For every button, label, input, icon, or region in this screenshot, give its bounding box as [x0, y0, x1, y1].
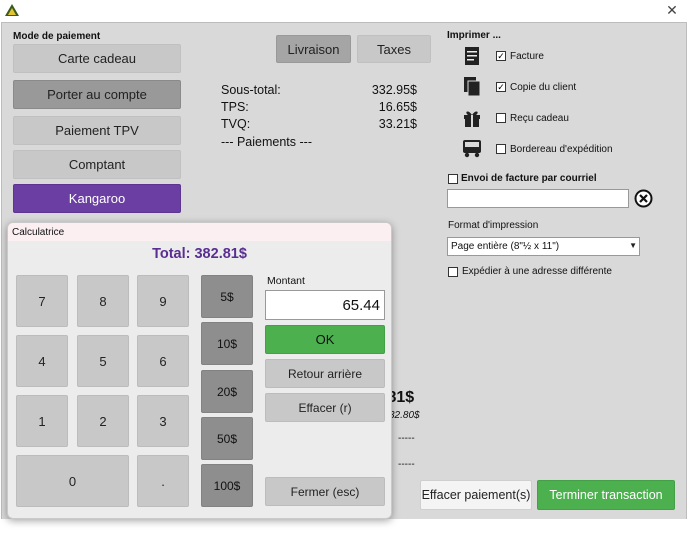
quick-20-button[interactable]: 20$ — [201, 370, 253, 413]
gift-icon — [464, 111, 480, 127]
chevron-down-icon: ▼ — [629, 241, 637, 250]
print-gift-receipt-label: Reçu cadeau — [510, 113, 569, 124]
pay-on-account-button[interactable]: Porter au compte — [13, 80, 181, 109]
ok-button[interactable]: OK — [265, 325, 385, 354]
key-9[interactable]: 9 — [137, 275, 189, 327]
finish-transaction-button[interactable]: Terminer transaction — [537, 480, 675, 510]
pay-cash-button[interactable]: Comptant — [13, 150, 181, 179]
print-label: Imprimer ... — [447, 30, 501, 41]
print-gift-receipt-checkbox[interactable] — [496, 113, 506, 123]
clear-email-icon[interactable] — [634, 189, 653, 208]
ship-other-address-checkbox[interactable] — [448, 267, 458, 277]
subtotal-label: Sous-total: — [221, 83, 281, 97]
print-invoice-label: Facture — [510, 51, 544, 62]
clear-amount-button[interactable]: Effacer (r) — [265, 393, 385, 422]
payment-mode-label: Mode de paiement — [13, 31, 101, 42]
key-3[interactable]: 3 — [137, 395, 189, 447]
hidden-dash-1: ----- — [398, 433, 415, 444]
hidden-payment-value: 32.80$ — [389, 410, 420, 421]
tab-livraison[interactable]: Livraison — [276, 35, 351, 63]
print-invoice-checkbox[interactable]: ✓ — [496, 51, 506, 61]
print-format-value: Page entière (8"½ x 11") — [451, 241, 560, 252]
key-decimal[interactable]: . — [137, 455, 189, 507]
pay-gift-card-button[interactable]: Carte cadeau — [13, 44, 181, 73]
key-8[interactable]: 8 — [77, 275, 129, 327]
key-4[interactable]: 4 — [16, 335, 68, 387]
calculator-title: Calculatrice — [8, 223, 391, 241]
print-format-select[interactable]: Page entière (8"½ x 11") ▼ — [447, 237, 640, 256]
calculator-total: Total: 382.81$ — [152, 246, 247, 262]
key-5[interactable]: 5 — [77, 335, 129, 387]
calculator-dialog: Calculatrice Total: 382.81$ 7 8 9 4 5 6 … — [7, 222, 392, 519]
key-0[interactable]: 0 — [16, 455, 129, 507]
key-1[interactable]: 1 — [16, 395, 68, 447]
email-input[interactable] — [447, 189, 629, 208]
clear-payments-button[interactable]: Effacer paiement(s) — [420, 480, 532, 510]
tab-taxes[interactable]: Taxes — [357, 35, 431, 63]
email-invoice-checkbox[interactable] — [448, 174, 458, 184]
ship-other-address-label: Expédier à une adresse différente — [462, 266, 612, 277]
window-bottom-strip — [0, 519, 688, 540]
print-shipping-slip-checkbox[interactable] — [496, 144, 506, 154]
truck-icon — [463, 140, 481, 158]
amount-input[interactable]: 65.44 — [265, 290, 385, 320]
quick-5-button[interactable]: 5$ — [201, 275, 253, 318]
tps-label: TPS: — [221, 100, 249, 114]
quick-50-button[interactable]: 50$ — [201, 417, 253, 460]
print-client-copy-label: Copie du client — [510, 82, 577, 93]
pay-tpv-button[interactable]: Paiement TPV — [13, 116, 181, 145]
print-shipping-slip-label: Bordereau d'expédition — [510, 144, 613, 155]
window-titlebar: ✕ — [0, 0, 688, 22]
quick-100-button[interactable]: 100$ — [201, 464, 253, 507]
hidden-dash-2: ----- — [398, 459, 415, 470]
tvq-value: 33.21$ — [378, 117, 417, 131]
copy-icon — [464, 77, 481, 97]
print-client-copy-checkbox[interactable]: ✓ — [496, 82, 506, 92]
email-invoice-label: Envoi de facture par courriel — [461, 173, 597, 184]
window-close-icon[interactable]: ✕ — [664, 1, 680, 19]
tvq-label: TVQ: — [221, 117, 251, 131]
app-logo-icon — [5, 4, 19, 16]
key-2[interactable]: 2 — [77, 395, 129, 447]
tps-value: 16.65$ — [378, 100, 417, 114]
key-7[interactable]: 7 — [16, 275, 68, 327]
subtotal-value: 332.95$ — [371, 83, 417, 97]
close-calculator-button[interactable]: Fermer (esc) — [265, 477, 385, 506]
amount-label: Montant — [267, 275, 305, 287]
print-format-label: Format d'impression — [448, 220, 539, 231]
backspace-button[interactable]: Retour arrière — [265, 359, 385, 388]
pay-kangaroo-button[interactable]: Kangaroo — [13, 184, 181, 213]
quick-10-button[interactable]: 10$ — [201, 322, 253, 365]
invoice-icon — [465, 47, 479, 65]
key-6[interactable]: 6 — [137, 335, 189, 387]
payments-header: --- Paiements --- — [221, 135, 312, 149]
